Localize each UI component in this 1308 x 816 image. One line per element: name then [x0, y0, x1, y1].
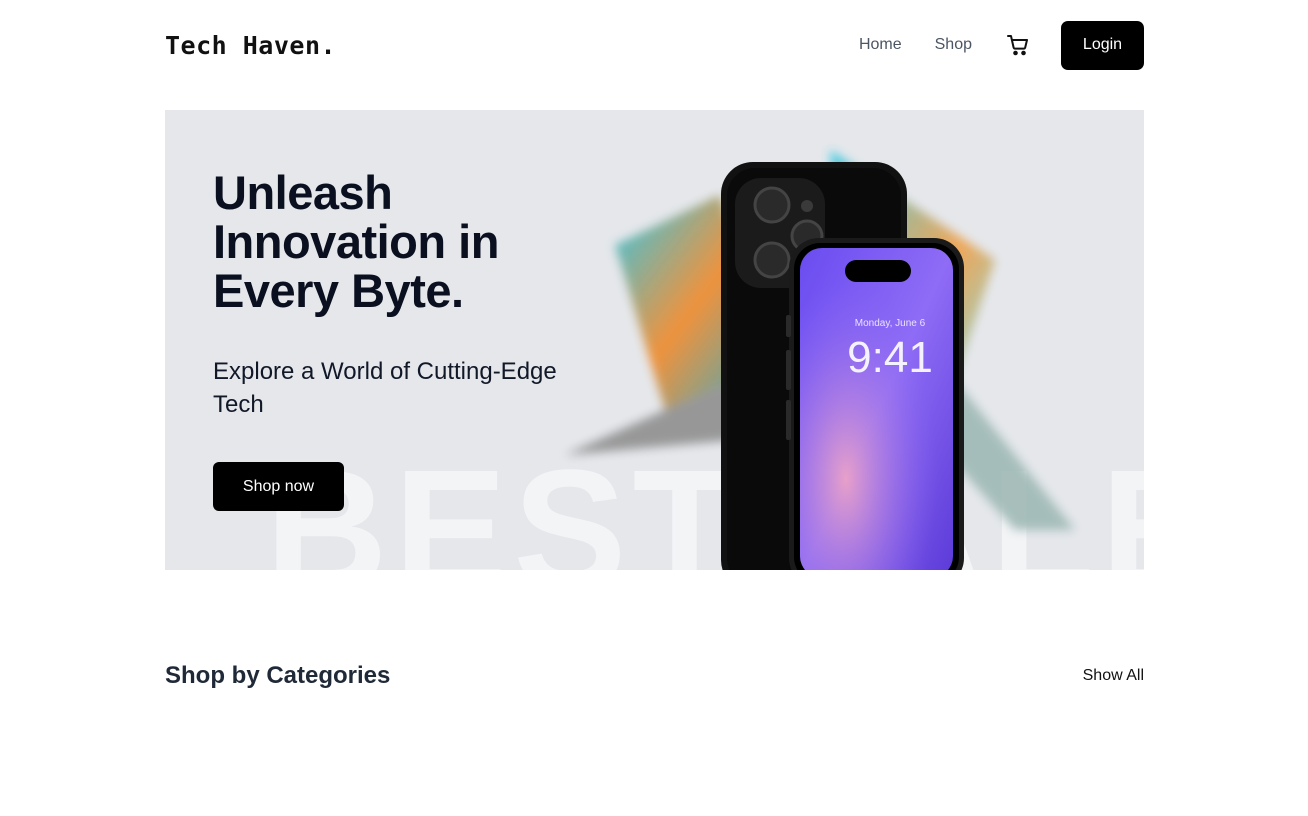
phone-date: Monday, June 6	[855, 318, 926, 329]
shop-now-button[interactable]: Shop now	[213, 462, 344, 511]
hero-title: Unleash Innovation in Every Byte.	[213, 166, 499, 317]
hero-product-image: Monday, June 6 9:41	[565, 150, 1075, 570]
categories-header: Shop by Categories Show All	[165, 660, 1144, 692]
hero-subtitle: Explore a World of Cutting-Edge Tech	[213, 358, 557, 418]
main-nav: Home Shop Login	[859, 20, 1144, 70]
site-header: Tech Haven. Home Shop Login	[165, 20, 1144, 70]
hero-banner: BESTSALE Monday, June 6 9:41 Unleash Inn…	[165, 110, 1144, 570]
nav-shop-link[interactable]: Shop	[935, 36, 972, 54]
nav-home-link[interactable]: Home	[859, 36, 902, 54]
cart-icon[interactable]	[1005, 32, 1031, 58]
login-button[interactable]: Login	[1061, 20, 1144, 70]
categories-title: Shop by Categories	[165, 662, 391, 689]
page: Tech Haven. Home Shop Login BESTSALE Mon…	[0, 0, 1308, 816]
show-all-link[interactable]: Show All	[1083, 667, 1144, 685]
phone-time: 9:41	[847, 333, 933, 382]
site-logo[interactable]: Tech Haven.	[165, 31, 336, 60]
